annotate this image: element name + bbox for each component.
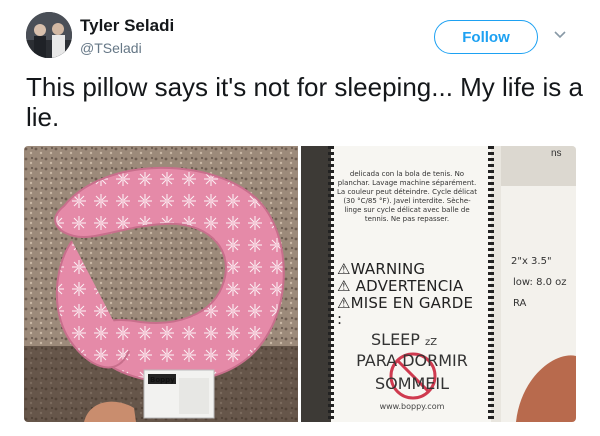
sommeil-text: SOMMEIL: [374, 374, 450, 393]
mise-en-garde-text: ⚠MISE EN GARDE :: [337, 294, 474, 328]
tweet-media[interactable]: Boppy delicada con la bola de tenis. No …: [24, 146, 576, 422]
pillow-photo[interactable]: Boppy: [24, 146, 298, 422]
warning-text: ⚠WARNING: [337, 260, 426, 278]
chevron-down-icon[interactable]: [553, 28, 567, 42]
tag-brand: Boppy: [150, 376, 175, 384]
side-card-ra: RA: [513, 298, 527, 309]
display-name[interactable]: Tyler Seladi: [80, 16, 174, 36]
side-card-ns: ns: [551, 148, 562, 159]
avatar[interactable]: [26, 12, 72, 58]
user-handle[interactable]: @TSeladi: [80, 40, 142, 56]
label-url: www.boppy.com: [379, 402, 445, 411]
tweet-text: This pillow says it's not for sleeping..…: [26, 72, 583, 132]
care-instructions: delicada con la bola de tenis. No planch…: [337, 170, 477, 223]
para-dormir-text: PARA DORMIR: [356, 351, 468, 370]
side-card-dimensions: 2"x 3.5": [511, 256, 552, 267]
label-photo[interactable]: delicada con la bola de tenis. No planch…: [301, 146, 576, 422]
side-card-flow: low: 8.0 oz: [513, 277, 567, 288]
follow-button[interactable]: Follow: [434, 20, 538, 54]
sleep-text: SLEEP zZ: [371, 330, 438, 349]
advertencia-text: ⚠ ADVERTENCIA: [337, 277, 464, 295]
